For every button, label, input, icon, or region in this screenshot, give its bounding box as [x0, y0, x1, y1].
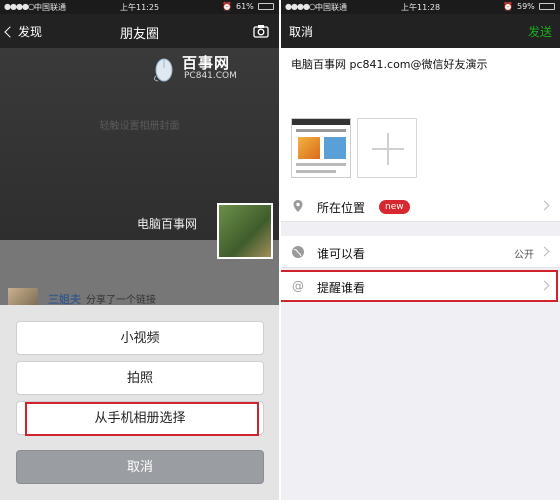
send-button[interactable]: 发送	[528, 23, 552, 40]
remind-label: 提醒谁看	[317, 281, 366, 295]
visibility-label: 谁可以看	[317, 247, 366, 261]
watermark-logo: 百事网 PC841.COM	[150, 52, 260, 88]
battery-icon	[258, 3, 274, 10]
choose-from-album-button[interactable]: 从手机相册选择	[16, 401, 264, 435]
cover-hint-text: 轻触设置相册封面	[99, 121, 180, 132]
moments-nav-bar: 发现 朋友圈	[0, 14, 279, 48]
page-title: 朋友圈	[119, 27, 159, 42]
moments-screen: ●●●●○ 中国联通 上午11:25 ⏰ 61% 发现 朋友圈 百事网 PC84…	[0, 0, 279, 500]
alarm-icon: ⏰	[503, 2, 513, 11]
compose-area: 电脑百事网 pc841.com@微信好友演示	[281, 48, 560, 190]
clock: 上午11:25	[120, 3, 160, 12]
chevron-right-icon	[539, 246, 550, 257]
chevron-right-icon	[539, 200, 550, 211]
new-badge: new	[379, 200, 410, 214]
chevron-right-icon	[539, 280, 550, 291]
status-bar: ●●●●○ 中国联通 上午11:25 ⏰ 61%	[0, 0, 279, 14]
signal-icon: ●●●●○	[4, 2, 35, 11]
camera-icon[interactable]	[253, 23, 269, 39]
battery-level: 59%	[517, 2, 535, 11]
feed-action-text: 分享了一个链接	[86, 295, 156, 306]
alarm-icon: ⏰	[222, 2, 232, 11]
clock: 上午11:28	[401, 3, 441, 12]
compose-nav-bar: 取消 发送	[281, 14, 560, 48]
watermark-domain: PC841.COM	[184, 71, 237, 81]
location-pin-icon	[293, 200, 303, 212]
post-text-input[interactable]: 电脑百事网 pc841.com@微信好友演示	[291, 56, 488, 72]
watermark-title: 百事网	[182, 54, 231, 72]
location-row[interactable]: 所在位置 new	[281, 190, 560, 222]
add-image-button[interactable]	[357, 118, 417, 178]
globe-icon	[292, 246, 304, 258]
at-sign-icon: @	[292, 279, 304, 293]
battery-icon	[539, 3, 555, 10]
attached-image-thumbnail[interactable]	[291, 118, 351, 178]
signal-icon: ●●●●○	[285, 2, 316, 11]
status-bar: ●●●●○ 中国联通 上午11:28 ⏰ 59%	[281, 0, 560, 14]
visibility-value: 公开	[514, 250, 534, 261]
location-label: 所在位置	[317, 201, 366, 215]
remind-row[interactable]: @ 提醒谁看	[281, 270, 560, 302]
carrier-label: 中国联通	[34, 3, 66, 12]
user-avatar[interactable]	[217, 203, 273, 259]
user-display-name: 电脑百事网	[137, 217, 198, 231]
mouse-logo-icon	[153, 58, 173, 82]
visibility-row[interactable]: 谁可以看 公开	[281, 236, 560, 268]
compose-screen: ●●●●○ 中国联通 上午11:28 ⏰ 59% 取消 发送 电脑百事网 pc8…	[281, 0, 560, 500]
battery-level: 61%	[236, 2, 254, 11]
carrier-label: 中国联通	[315, 3, 347, 12]
cancel-button[interactable]: 取消	[289, 23, 313, 40]
take-photo-button[interactable]: 拍照	[16, 361, 264, 395]
short-video-button[interactable]: 小视频	[16, 321, 264, 355]
sheet-cancel-button[interactable]: 取消	[16, 450, 264, 484]
action-sheet: 小视频 拍照 从手机相册选择 取消	[0, 305, 279, 500]
